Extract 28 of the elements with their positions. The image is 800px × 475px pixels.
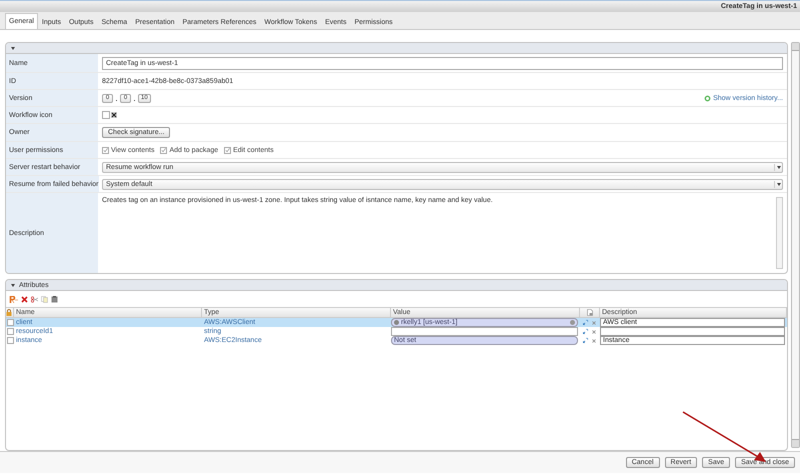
clear-icon[interactable]	[111, 112, 117, 118]
row-checkbox[interactable]	[7, 319, 14, 326]
checkbox[interactable]	[160, 146, 168, 154]
delete-icon[interactable]	[21, 296, 28, 302]
collapse-icon[interactable]	[11, 284, 15, 286]
collapse-icon[interactable]	[11, 46, 15, 50]
history-icon	[704, 94, 712, 102]
checkbox[interactable]	[224, 146, 232, 154]
expand-icon[interactable]	[583, 338, 588, 343]
expand-icon[interactable]	[583, 329, 588, 334]
document-lock-icon	[586, 309, 592, 316]
checkbox[interactable]	[102, 146, 109, 154]
description-field[interactable]	[600, 327, 785, 336]
remove-icon[interactable]	[592, 330, 596, 334]
cut-icon[interactable]	[31, 296, 38, 302]
remove-icon[interactable]	[592, 320, 596, 324]
copy-icon[interactable]	[41, 296, 48, 302]
add-icon[interactable]	[9, 296, 18, 302]
row-checkbox[interactable]	[7, 328, 14, 335]
remove-icon[interactable]	[592, 338, 596, 342]
lock-icon	[6, 309, 12, 316]
row-checkbox[interactable]	[7, 337, 14, 344]
object-icon	[394, 320, 399, 325]
paste-icon[interactable]	[51, 296, 58, 302]
value-field[interactable]	[391, 327, 578, 336]
scrollbar[interactable]	[791, 42, 800, 448]
expand-icon[interactable]	[583, 320, 588, 325]
scrollbar[interactable]	[776, 197, 783, 269]
